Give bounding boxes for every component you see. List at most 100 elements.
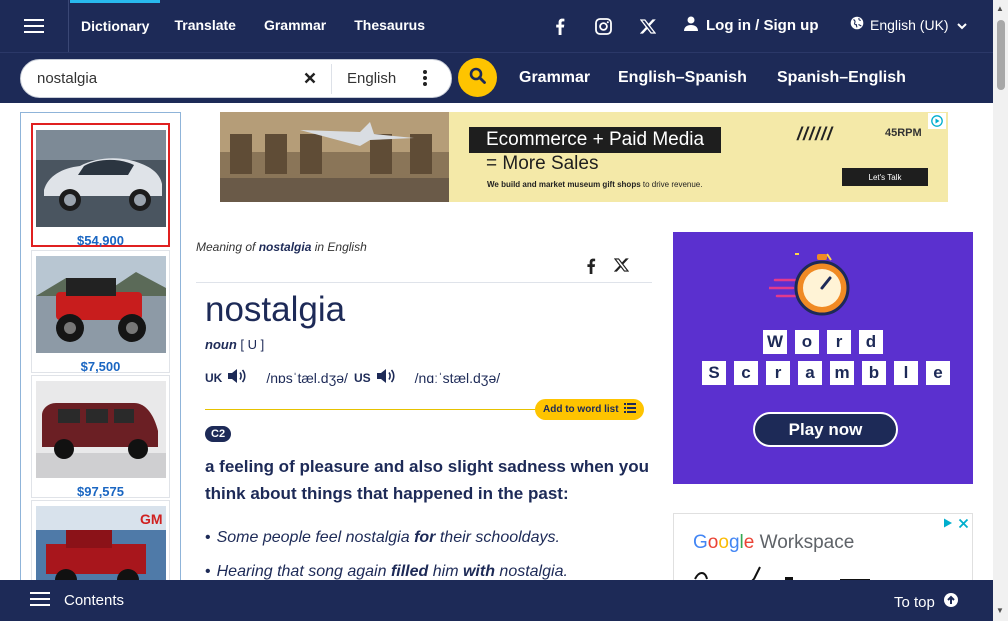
play-now-button[interactable]: Play now: [753, 412, 898, 447]
example-collocation: filled: [390, 563, 429, 580]
letter-tile: l: [894, 361, 918, 385]
uk-label: UK: [205, 370, 223, 385]
tiles-row-2: S c r a m b l e: [702, 361, 950, 385]
google-workspace-ad[interactable]: Google Workspace: [673, 513, 973, 583]
contents-link[interactable]: Contents: [64, 592, 124, 609]
login-label: Log in / Sign up: [706, 17, 819, 34]
dealer-sign: GM: [140, 511, 163, 527]
more-options-icon[interactable]: [421, 68, 429, 93]
letter-tile: m: [830, 361, 854, 385]
letter-tile: b: [862, 361, 886, 385]
letter-tile: a: [798, 361, 822, 385]
nav-grammar[interactable]: Grammar: [250, 0, 340, 52]
nav-translate[interactable]: Translate: [160, 0, 249, 52]
letter-tile: r: [766, 361, 790, 385]
car-listing[interactable]: $97,575: [31, 375, 170, 499]
word-scramble-ad[interactable]: W o r d S c r a m b l e Play now: [673, 232, 973, 484]
search-input[interactable]: nostalgia: [37, 70, 97, 87]
us-audio-speaker-icon[interactable]: [376, 368, 396, 387]
globe-icon: [850, 16, 864, 33]
part-of-speech: noun [ U ]: [205, 337, 264, 352]
login-signup-link[interactable]: Log in / Sign up: [684, 16, 818, 35]
car-image-red-pickup: GM: [35, 506, 166, 581]
us-label: US: [354, 370, 371, 385]
letter-tile: r: [827, 330, 851, 354]
instagram-icon[interactable]: [592, 15, 614, 37]
divider: [196, 282, 652, 283]
car-price: $7,500: [80, 359, 121, 374]
example-sentence: • Hearing that song again filled him with…: [205, 563, 568, 580]
arrow-up-circle-icon: [943, 592, 959, 612]
menu-hamburger-icon[interactable]: [0, 0, 69, 52]
letter-tile: S: [702, 361, 726, 385]
adchoices-icon[interactable]: [928, 113, 946, 129]
ad-body-bold: We build and market museum gift shops: [487, 180, 641, 189]
divider: [331, 64, 332, 94]
user-icon: [684, 16, 698, 35]
car-price: $97,575: [77, 484, 124, 499]
language-selector[interactable]: English (UK): [850, 16, 967, 33]
share-x-icon[interactable]: [613, 258, 630, 279]
dictionary-language-select[interactable]: English: [347, 70, 396, 87]
add-to-word-list-button[interactable]: Add to word list: [535, 399, 644, 420]
stopwatch-icon: [767, 250, 859, 325]
top-banner-ad[interactable]: Ecommerce + Paid Media = More Sales We b…: [220, 112, 948, 202]
example-text: nostalgia.: [494, 563, 568, 580]
page-scrollbar[interactable]: ▲ ▼: [993, 0, 1008, 621]
pos-label: noun: [205, 337, 237, 352]
share-buttons: [586, 258, 630, 279]
x-icon[interactable]: [637, 15, 659, 37]
car-price: $54,900: [77, 233, 124, 248]
to-top-button[interactable]: To top: [894, 592, 959, 612]
car-listing[interactable]: $54,900: [31, 123, 170, 248]
headword: nostalgia: [205, 290, 346, 329]
uk-audio-speaker-icon[interactable]: [227, 368, 247, 387]
example-text: Some people feel nostalgia: [216, 529, 415, 546]
language-label: English (UK): [870, 16, 949, 33]
grammar-code: [ U ]: [236, 337, 265, 352]
add-to-list-label: Add to word list: [543, 404, 619, 415]
example-collocation: with: [462, 563, 495, 580]
adchoices-icon[interactable]: [942, 516, 954, 534]
secondary-nav-spanish-english[interactable]: Spanish–English: [777, 69, 906, 87]
cefr-level-badge: C2: [205, 426, 232, 442]
definition: a feeling of pleasure and also slight sa…: [205, 457, 650, 503]
nav-dictionary[interactable]: Dictionary: [70, 0, 161, 52]
car-listing[interactable]: GM: [31, 500, 170, 581]
tiles-row-1: W o r d: [763, 330, 883, 354]
search-button[interactable]: [458, 58, 497, 97]
ad-headline: Ecommerce + Paid Media: [469, 127, 722, 153]
example-text: their schooldays.: [435, 529, 560, 546]
meaning-suffix: in English: [311, 240, 367, 254]
divider: [205, 409, 545, 410]
secondary-nav-english-spanish[interactable]: English–Spanish: [618, 69, 747, 87]
contents-menu-icon[interactable]: [30, 588, 50, 610]
scroll-down-arrow-icon[interactable]: ▼: [996, 606, 1004, 615]
letter-tile: W: [763, 330, 787, 354]
scrollbar-thumb[interactable]: [997, 20, 1005, 90]
uk-ipa: /nɒsˈtæl.dʒə/: [266, 369, 348, 386]
nav-thesaurus[interactable]: Thesaurus: [340, 0, 439, 52]
scroll-up-arrow-icon[interactable]: ▲: [996, 4, 1004, 13]
car-image-red-jeep: [35, 256, 166, 353]
entry-meaning-header: Meaning of nostalgia in English: [196, 240, 367, 254]
ad-brand-logo: 45RPM: [885, 127, 922, 139]
to-top-label: To top: [894, 593, 935, 611]
close-ad-icon[interactable]: [958, 516, 969, 534]
car-image-maroon-van: [35, 381, 166, 478]
clear-search-icon[interactable]: [301, 69, 319, 92]
car-image-white-sedan: [35, 130, 166, 227]
example-sentence: • Some people feel nostalgia for their sc…: [205, 529, 560, 546]
meaning-headword: nostalgia: [258, 240, 312, 254]
letter-tile: o: [795, 330, 819, 354]
left-car-ad[interactable]: $54,900 $7,500 $97,575 GM: [20, 112, 181, 582]
letter-tile: d: [859, 330, 883, 354]
facebook-icon[interactable]: [549, 15, 571, 37]
search-icon: [469, 67, 486, 89]
car-listing[interactable]: $7,500: [31, 250, 170, 374]
main-nav: Dictionary Translate Grammar Thesaurus: [70, 0, 439, 52]
ad-cta-button[interactable]: Let's Talk: [842, 168, 928, 186]
example-collocation: for: [414, 529, 436, 546]
share-facebook-icon[interactable]: [586, 258, 596, 279]
secondary-nav-grammar[interactable]: Grammar: [519, 69, 590, 87]
